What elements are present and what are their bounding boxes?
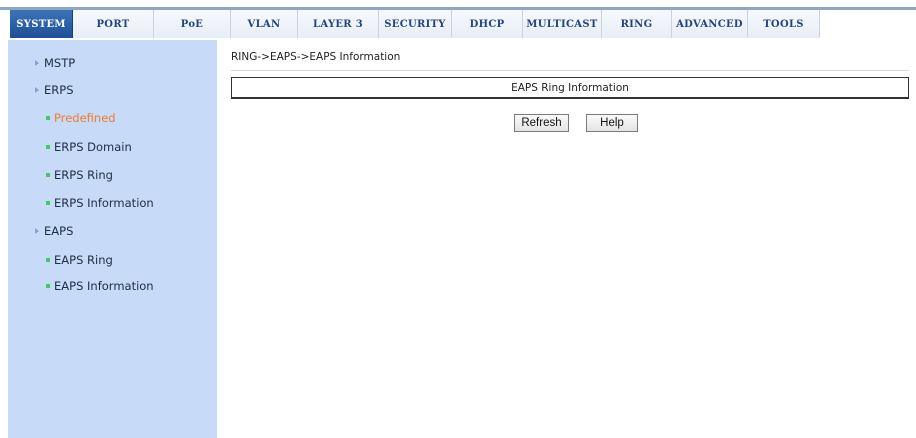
- sidebar-item-predefined[interactable]: Predefined: [46, 111, 116, 125]
- tab-dhcp[interactable]: DHCP: [452, 10, 523, 38]
- bullet-icon: [46, 173, 50, 177]
- sidebar-item-erps[interactable]: ERPS: [35, 83, 74, 97]
- breadcrumb: RING->EAPS->EAPS Information: [231, 51, 401, 63]
- tab-ring[interactable]: RING: [602, 10, 672, 38]
- sidebar-item-label: ERPS Ring: [54, 168, 113, 182]
- sidebar-item-label: ERPS: [44, 83, 74, 97]
- sidebar-item-label: ERPS Information: [54, 196, 154, 210]
- eaps-ring-info-table-header: EAPS Ring Information: [231, 77, 909, 99]
- sidebar-item-erps-domain[interactable]: ERPS Domain: [46, 140, 132, 154]
- bullet-icon: [46, 284, 50, 288]
- sidebar-item-label: EAPS Information: [54, 279, 154, 293]
- sidebar-item-mstp[interactable]: MSTP: [35, 56, 75, 70]
- sidebar-item-label: EAPS Ring: [54, 253, 113, 267]
- tab-vlan[interactable]: VLAN: [231, 10, 298, 38]
- refresh-button[interactable]: Refresh: [514, 114, 569, 132]
- sidebar-item-erps-information[interactable]: ERPS Information: [46, 196, 154, 210]
- sidebar-item-eaps-ring[interactable]: EAPS Ring: [46, 253, 113, 267]
- sidebar-item-eaps[interactable]: EAPS: [35, 224, 73, 238]
- sidebar: [8, 40, 217, 438]
- tab-layer3[interactable]: LAYER 3: [298, 10, 379, 38]
- tab-security[interactable]: SECURITY: [379, 10, 452, 38]
- tab-system[interactable]: SYSTEM: [10, 10, 73, 38]
- sidebar-item-label: MSTP: [44, 56, 76, 70]
- sidebar-item-erps-ring[interactable]: ERPS Ring: [46, 168, 113, 182]
- help-button[interactable]: Help: [586, 114, 638, 132]
- top-menu-bar: SYSTEM PORT PoE VLAN LAYER 3 SECURITY DH…: [0, 0, 916, 40]
- tab-multicast[interactable]: MULTICAST: [523, 10, 602, 38]
- bullet-icon: [46, 201, 50, 205]
- sidebar-item-label: Predefined: [54, 111, 116, 125]
- tab-advanced[interactable]: ADVANCED: [672, 10, 748, 38]
- tab-port[interactable]: PORT: [73, 10, 154, 38]
- expand-triangle-icon: [35, 60, 39, 66]
- bullet-icon: [46, 145, 50, 149]
- sidebar-item-label: ERPS Domain: [54, 140, 132, 154]
- bullet-icon: [46, 258, 50, 262]
- expand-triangle-icon: [35, 87, 39, 93]
- expand-triangle-icon: [35, 228, 39, 234]
- tab-tools[interactable]: TOOLS: [748, 10, 820, 38]
- tab-poe[interactable]: PoE: [154, 10, 231, 38]
- sidebar-item-label: EAPS: [44, 224, 74, 238]
- breadcrumb-divider: [231, 70, 909, 71]
- sidebar-item-eaps-information[interactable]: EAPS Information: [46, 279, 154, 293]
- bullet-icon: [46, 116, 50, 120]
